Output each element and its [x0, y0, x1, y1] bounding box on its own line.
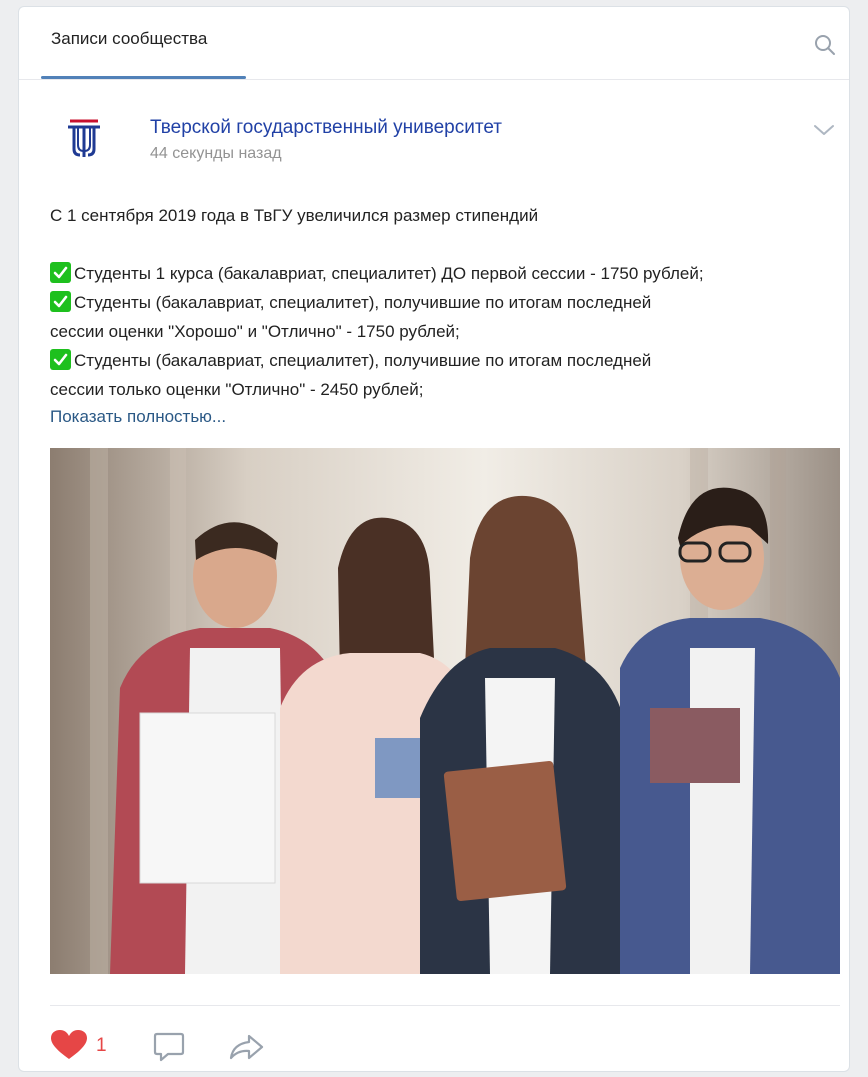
post-timestamp[interactable]: 44 секунды назад — [150, 145, 282, 163]
post-line: сессии только оценки "Отлично" - 2450 ру… — [50, 380, 424, 399]
post-header: Тверской государственный университет 44 … — [19, 79, 849, 179]
chevron-down-icon[interactable] — [813, 123, 835, 137]
post-line: Студенты 1 курса (бакалавриат, специалит… — [50, 259, 840, 288]
post-line: сессии оценки "Хорошо" и "Отлично" - 175… — [50, 322, 460, 341]
actions-divider — [50, 1005, 840, 1006]
check-mark-icon — [50, 262, 71, 283]
post-actions: 1 — [50, 1025, 450, 1065]
university-logo-avatar[interactable] — [64, 115, 104, 161]
check-mark-icon — [50, 291, 71, 312]
tab-community-posts[interactable]: Записи сообщества — [51, 29, 207, 49]
students-holding-books-photo[interactable] — [50, 448, 840, 974]
post-line: Студенты (бакалавриат, специалитет), пол… — [50, 288, 840, 317]
like-button[interactable]: 1 — [50, 1029, 112, 1061]
check-mark-icon — [50, 349, 71, 370]
post-line: С 1 сентября 2019 года в ТвГУ увеличился… — [50, 206, 539, 225]
share-icon[interactable] — [228, 1033, 264, 1061]
post-line: Студенты (бакалавриат, специалитет), пол… — [50, 346, 840, 375]
like-count: 1 — [96, 1035, 107, 1056]
show-more-link[interactable]: Показать полностью... — [50, 407, 226, 427]
community-posts-card: Записи сообщества Тверской государственн… — [18, 6, 850, 1072]
comment-icon[interactable] — [152, 1031, 186, 1063]
tab-bar: Записи сообщества — [19, 7, 849, 80]
search-icon[interactable] — [813, 33, 837, 57]
post-text: С 1 сентября 2019 года в ТвГУ увеличился… — [50, 201, 840, 404]
heart-icon — [51, 1030, 87, 1059]
post-author-link[interactable]: Тверской государственный университет — [150, 117, 502, 139]
